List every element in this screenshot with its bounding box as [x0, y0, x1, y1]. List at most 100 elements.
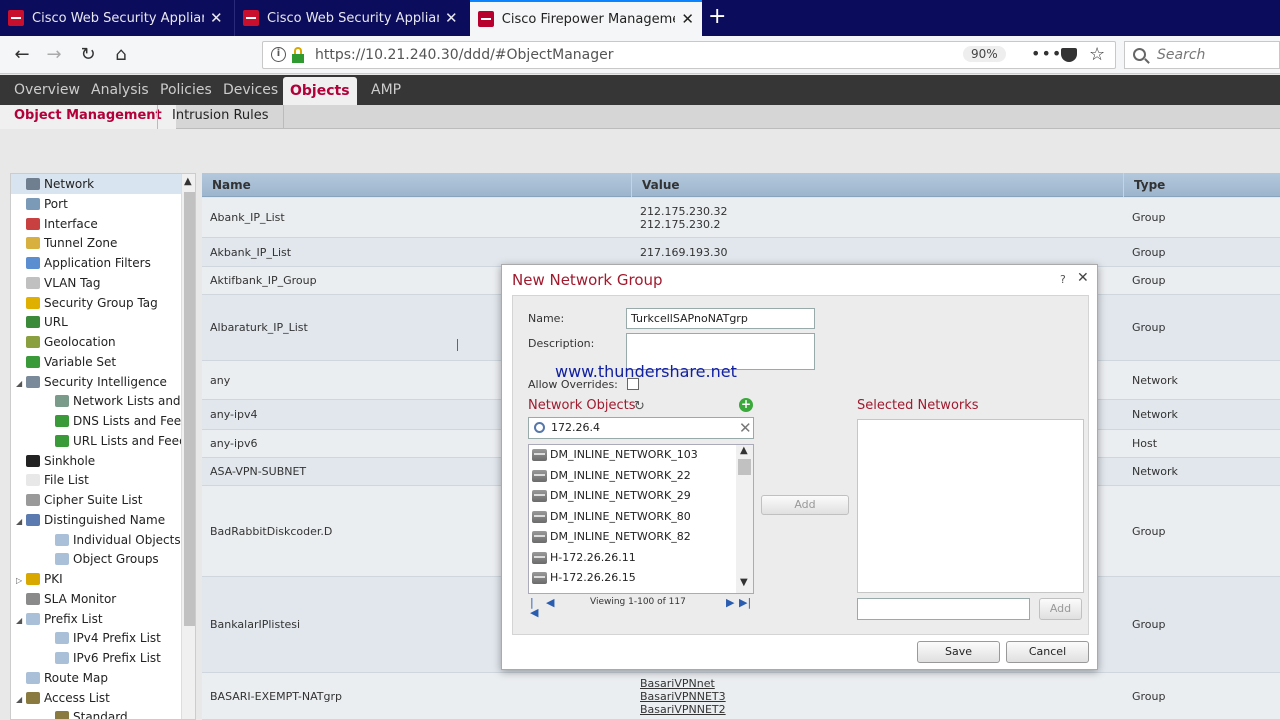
- scroll-thumb[interactable]: [184, 192, 195, 626]
- page-actions-icon[interactable]: •••: [1031, 44, 1062, 63]
- tree-item-ipv4-prefix-list[interactable]: IPv4 Prefix List: [11, 628, 181, 648]
- browser-tab-active[interactable]: Cisco Firepower Management C ✕: [470, 0, 702, 36]
- tree-item-security-group-tag[interactable]: Security Group Tag: [11, 293, 181, 313]
- tree-item-pki[interactable]: ▷ PKI: [11, 569, 181, 589]
- tab-object-management[interactable]: Object Management: [0, 105, 176, 129]
- tree-item-url-lists-and-feeds[interactable]: URL Lists and Feeds: [11, 431, 181, 451]
- menu-objects[interactable]: Objects: [283, 77, 357, 105]
- tree-item-security-intelligence[interactable]: ◢ Security Intelligence: [11, 372, 181, 392]
- tree-item-sla-monitor[interactable]: SLA Monitor: [11, 589, 181, 609]
- cancel-button[interactable]: Cancel: [1006, 641, 1089, 663]
- tree-item-network-lists-and-feeds[interactable]: Network Lists and Feeds: [11, 391, 181, 411]
- tree-item-access-list[interactable]: ◢ Access List: [11, 688, 181, 708]
- object-search-input[interactable]: 172.26.4 ✕: [528, 417, 754, 439]
- tree-item-port[interactable]: Port: [11, 194, 181, 214]
- browser-search-box[interactable]: Search: [1124, 41, 1280, 69]
- tree-item-interface[interactable]: Interface: [11, 214, 181, 234]
- tree-item-file-list[interactable]: File List: [11, 470, 181, 490]
- scroll-up-icon[interactable]: ▲: [740, 445, 748, 456]
- menu-overview[interactable]: Overview: [7, 75, 87, 105]
- close-icon[interactable]: ✕: [1077, 270, 1089, 286]
- back-arrow-icon[interactable]: ←: [10, 44, 34, 66]
- reload-icon[interactable]: ↻: [76, 44, 100, 66]
- next-page-icon[interactable]: ▶: [726, 597, 736, 608]
- help-icon[interactable]: ?: [1060, 273, 1066, 286]
- tree-item-cipher-suite-list[interactable]: Cipher Suite List: [11, 490, 181, 510]
- cell-value-link[interactable]: BasariVPNNET3: [640, 690, 726, 703]
- expanded-arrow-icon[interactable]: ◢: [16, 690, 26, 708]
- menu-policies[interactable]: Policies: [153, 75, 219, 105]
- network-object-item[interactable]: DM_INLINE_NETWORK_22: [529, 466, 735, 486]
- close-tab-icon[interactable]: ✕: [445, 10, 458, 26]
- expanded-arrow-icon[interactable]: ◢: [16, 512, 26, 530]
- network-object-item[interactable]: H-172.26.26.15: [529, 568, 735, 588]
- scroll-up-icon[interactable]: ▲: [184, 176, 192, 187]
- tree-item-tunnel-zone[interactable]: Tunnel Zone: [11, 233, 181, 253]
- collapsed-arrow-icon[interactable]: ▷: [16, 571, 26, 589]
- tree-item-geolocation[interactable]: Geolocation: [11, 332, 181, 352]
- selected-networks-list[interactable]: [857, 419, 1084, 593]
- tree-item-sinkhole[interactable]: Sinkhole: [11, 451, 181, 471]
- tree-item-individual-objects[interactable]: Individual Objects: [11, 530, 181, 550]
- browser-tab[interactable]: Cisco Web Security Appliance S ✕: [234, 0, 469, 36]
- allow-overrides-checkbox[interactable]: [627, 378, 639, 390]
- objects-scrollbar[interactable]: ▲ ▼: [736, 445, 753, 593]
- bookmark-star-icon[interactable]: ☆: [1089, 44, 1105, 65]
- zoom-level[interactable]: 90%: [963, 46, 1006, 62]
- url-bar[interactable]: i https://10.21.240.30/ddd/#ObjectManage…: [262, 41, 1116, 69]
- home-icon[interactable]: ⌂: [109, 44, 133, 66]
- object-search-value[interactable]: 172.26.4: [551, 421, 600, 434]
- tree-item-standard[interactable]: Standard: [11, 707, 181, 719]
- network-object-item[interactable]: DM_INLINE_NETWORK_80: [529, 507, 735, 527]
- tree-item-dns-lists-and-feeds[interactable]: DNS Lists and Feeds: [11, 411, 181, 431]
- table-row[interactable]: Abank_IP_List 212.175.230.32 212.175.230.2…: [202, 198, 1280, 238]
- tree-scrollbar[interactable]: ▲: [181, 174, 195, 719]
- scroll-down-icon[interactable]: ▼: [740, 577, 748, 588]
- close-tab-icon[interactable]: ✕: [210, 10, 223, 26]
- tree-item-ipv6-prefix-list[interactable]: IPv6 Prefix List: [11, 648, 181, 668]
- tab-intrusion-rules[interactable]: Intrusion Rules: [157, 105, 284, 129]
- add-network-input[interactable]: [857, 598, 1030, 620]
- tree-item-vlan-tag[interactable]: VLAN Tag: [11, 273, 181, 293]
- add-object-icon[interactable]: +: [739, 398, 753, 412]
- expanded-arrow-icon[interactable]: ◢: [16, 374, 26, 392]
- tree-item-prefix-list[interactable]: ◢ Prefix List: [11, 609, 181, 629]
- tree-item-network[interactable]: Network: [11, 174, 181, 194]
- last-page-icon[interactable]: ▶|: [739, 597, 751, 608]
- browser-tab[interactable]: Cisco Web Security Appliance S ✕: [0, 0, 234, 36]
- info-icon[interactable]: i: [271, 47, 286, 62]
- column-header-name[interactable]: Name: [202, 173, 632, 197]
- tree-item-variable-set[interactable]: Variable Set: [11, 352, 181, 372]
- table-row[interactable]: Akbank_IP_List 217.169.193.30 Group: [202, 238, 1280, 267]
- close-tab-icon[interactable]: ✕: [681, 11, 694, 27]
- cell-value-link[interactable]: BasariVPNnet: [640, 677, 715, 690]
- menu-amp[interactable]: AMP: [364, 75, 408, 105]
- menu-analysis[interactable]: Analysis: [84, 75, 156, 105]
- forward-arrow-icon[interactable]: →: [42, 44, 66, 66]
- menu-devices[interactable]: Devices: [216, 75, 285, 105]
- column-header-type[interactable]: Type: [1124, 173, 1280, 197]
- new-tab-icon[interactable]: +: [708, 5, 726, 29]
- network-object-item[interactable]: H-172.26.26.16: [529, 589, 735, 593]
- lock-icon[interactable]: [291, 47, 305, 63]
- column-header-value[interactable]: Value: [632, 173, 1124, 197]
- expanded-arrow-icon[interactable]: ◢: [16, 611, 26, 629]
- previous-page-icon[interactable]: ◀: [546, 597, 556, 608]
- refresh-icon[interactable]: ↻: [634, 399, 645, 414]
- cell-value-link[interactable]: BasariVPNNET2: [640, 703, 726, 716]
- clear-search-icon[interactable]: ✕: [739, 419, 752, 437]
- network-object-item[interactable]: DM_INLINE_NETWORK_29: [529, 486, 735, 506]
- add-network-button[interactable]: Add: [1039, 598, 1082, 620]
- table-row[interactable]: BASARI-EXEMPT-NATgrp BasariVPNnet BasariVP…: [202, 673, 1280, 720]
- tree-item-application-filters[interactable]: Application Filters: [11, 253, 181, 273]
- tree-item-route-map[interactable]: Route Map: [11, 668, 181, 688]
- network-object-item[interactable]: DM_INLINE_NETWORK_82: [529, 527, 735, 547]
- tree-item-object-groups[interactable]: Object Groups: [11, 549, 181, 569]
- tree-item-distinguished-name[interactable]: ◢ Distinguished Name: [11, 510, 181, 530]
- scroll-thumb[interactable]: [738, 459, 751, 475]
- network-object-item[interactable]: H-172.26.26.11: [529, 548, 735, 568]
- pocket-icon[interactable]: [1061, 48, 1077, 62]
- save-button[interactable]: Save: [917, 641, 1000, 663]
- url-text[interactable]: https://10.21.240.30/ddd/#ObjectManager: [315, 47, 613, 63]
- first-page-icon[interactable]: |◀: [530, 597, 540, 618]
